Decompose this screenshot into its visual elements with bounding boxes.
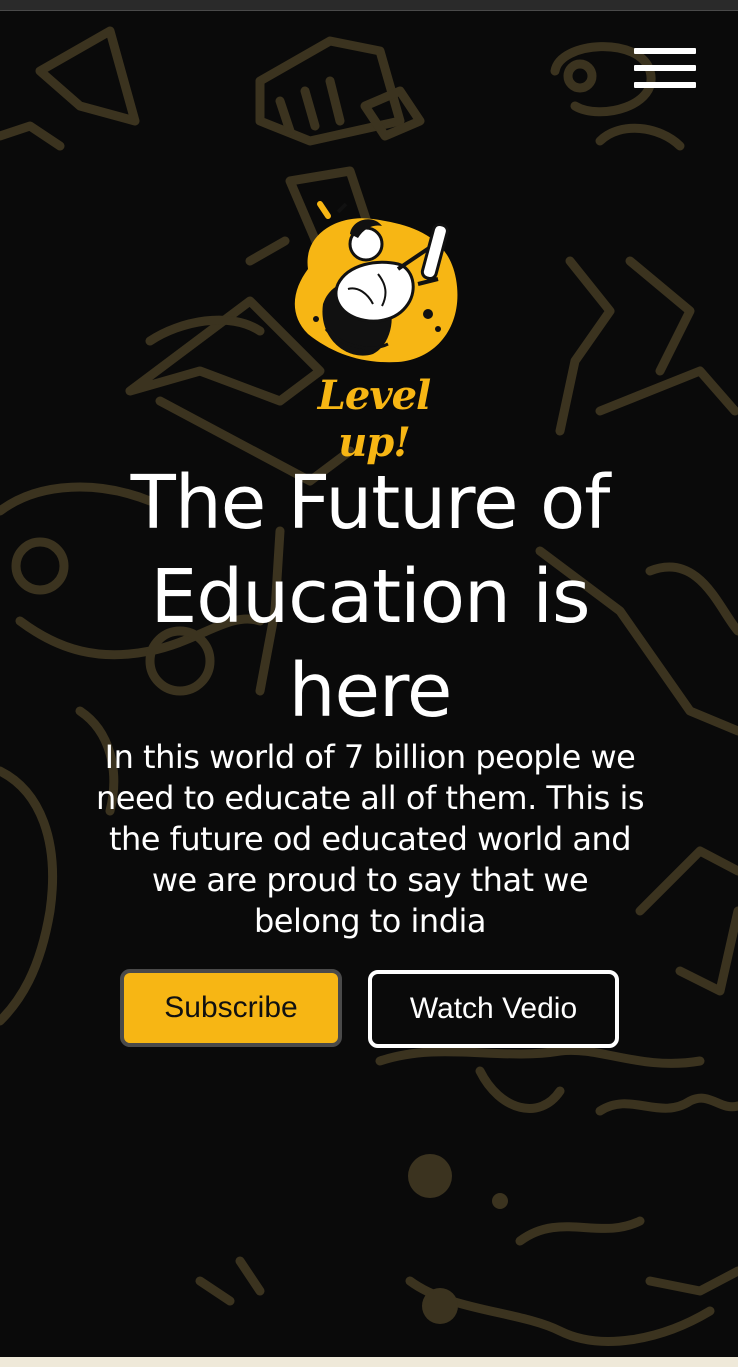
logo[interactable]: Level up! [278,194,470,466]
logo-text: Level up! [317,372,431,466]
bottom-bar [0,1357,738,1367]
subscribe-button[interactable]: Subscribe [120,969,342,1047]
person-reading-scroll-illustration [294,201,458,363]
hamburger-menu-icon-bar [634,82,696,88]
hero-description: In this world of 7 billion people we nee… [95,738,645,940]
hero-title: The Future of Education is here [130,460,611,734]
menu-button[interactable] [630,44,698,92]
hamburger-menu-icon-bar [634,48,696,54]
hamburger-menu-icon-bar [634,65,696,71]
watch-video-button[interactable]: Watch Vedio [368,970,619,1048]
status-bar [0,0,738,11]
